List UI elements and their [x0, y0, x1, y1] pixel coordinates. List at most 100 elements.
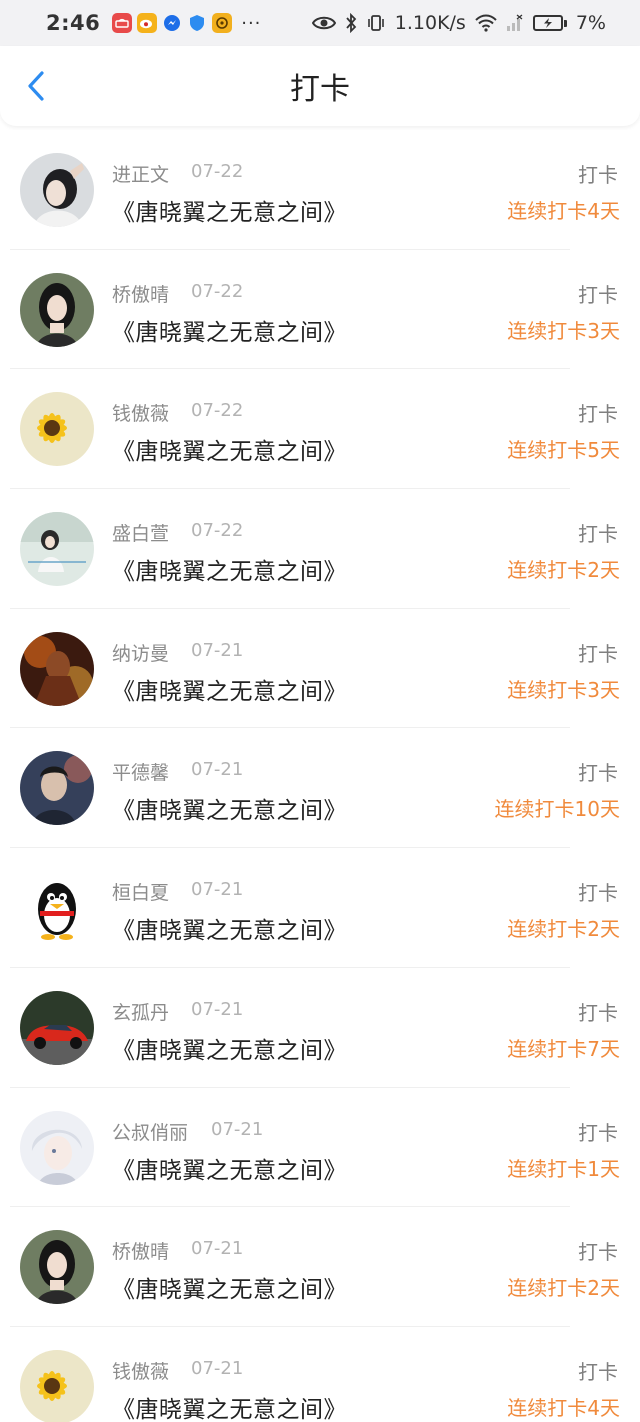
streak-label: 连续打卡3天	[507, 318, 620, 343]
streak-label: 连续打卡10天	[494, 797, 620, 822]
avatar[interactable]	[20, 1230, 94, 1305]
streak-label: 连续打卡3天	[507, 677, 620, 702]
page: 2:46 ··· 1.10K/s 7% 打卡 进正文 07-22 《唐晓翼之无意…	[0, 0, 640, 1422]
action-label: 打卡	[578, 1359, 618, 1384]
book-title[interactable]: 《唐晓翼之无意之间》	[112, 672, 347, 706]
book-title[interactable]: 《唐晓翼之无意之间》	[112, 313, 347, 347]
post-date: 07-21	[191, 1238, 244, 1260]
checkin-row[interactable]: 纳访曼 07-21 《唐晓翼之无意之间》 打卡连续打卡3天	[0, 608, 640, 729]
shield-icon	[187, 13, 207, 33]
nav-bar: 打卡	[0, 46, 640, 126]
book-title[interactable]: 《唐晓翼之无意之间》	[112, 193, 347, 227]
streak-label: 连续打卡4天	[507, 1395, 620, 1420]
action-label: 打卡	[578, 1120, 618, 1145]
streak-label: 连续打卡2天	[507, 917, 620, 942]
avatar[interactable]	[20, 871, 94, 946]
bluetooth-icon	[345, 13, 357, 33]
post-date: 07-21	[191, 998, 244, 1020]
checkin-row[interactable]: 桥傲晴 07-22 《唐晓翼之无意之间》 打卡连续打卡3天	[0, 249, 640, 370]
post-date: 07-22	[191, 400, 244, 422]
status-time: 2:46	[46, 11, 101, 35]
user-name[interactable]: 平德馨	[112, 758, 169, 785]
post-date: 07-22	[191, 161, 244, 182]
checkin-row[interactable]: 公叔俏丽 07-21 《唐晓翼之无意之间》 打卡连续打卡1天	[0, 1087, 640, 1208]
post-date: 07-21	[191, 759, 244, 781]
action-label: 打卡	[578, 163, 618, 187]
more-notifications-icon: ···	[241, 12, 262, 34]
checkin-row[interactable]: 桥傲晴 07-21 《唐晓翼之无意之间》 打卡连续打卡2天	[0, 1207, 640, 1327]
avatar[interactable]	[20, 631, 94, 706]
eye-icon	[311, 15, 336, 31]
weibo-icon	[137, 13, 158, 33]
huawei-store-icon	[112, 13, 133, 33]
page-title: 打卡	[290, 72, 350, 107]
book-title[interactable]: 《唐晓翼之无意之间》	[112, 552, 347, 586]
battery-percent: 7%	[575, 12, 606, 34]
post-date: 07-21	[191, 1357, 244, 1379]
book-title[interactable]: 《唐晓翼之无意之间》	[112, 791, 347, 825]
status-right: 1.10K/s 7%	[311, 12, 606, 34]
book-title[interactable]: 《唐晓翼之无意之间》	[112, 1390, 347, 1422]
user-name[interactable]: 桥傲晴	[112, 1237, 169, 1264]
avatar[interactable]	[20, 512, 94, 587]
post-date: 07-21	[211, 1118, 264, 1140]
battery-icon	[532, 15, 567, 31]
post-date: 07-22	[191, 280, 244, 302]
user-name[interactable]: 桥傲晴	[112, 280, 169, 307]
vibrate-icon	[366, 13, 386, 33]
post-date: 07-21	[191, 639, 244, 661]
checkin-row[interactable]: 进正文 07-22 《唐晓翼之无意之间》 打卡连续打卡4天	[0, 130, 640, 250]
avatar[interactable]	[20, 990, 94, 1065]
streak-label: 连续打卡7天	[507, 1036, 620, 1061]
user-name[interactable]: 钱傲薇	[112, 399, 169, 426]
checkin-row[interactable]: 平德馨 07-21 《唐晓翼之无意之间》 打卡连续打卡10天	[0, 728, 640, 849]
streak-label: 连续打卡2天	[507, 1276, 620, 1301]
checkin-list: 进正文 07-22 《唐晓翼之无意之间》 打卡 连续打卡4天 桥傲晴 07-22 《唐晓翼之无…	[0, 130, 640, 1422]
user-name[interactable]: 纳访曼	[112, 639, 169, 666]
checkin-row[interactable]: 盛白萱 07-22 《唐晓翼之无意之间》 打卡连续打卡2天	[0, 489, 640, 609]
network-speed: 1.10K/s	[394, 12, 466, 34]
action-label: 打卡	[578, 1240, 618, 1265]
user-name[interactable]: 进正文	[112, 160, 169, 187]
action-label: 打卡	[578, 761, 618, 786]
checkin-row[interactable]: 钱傲薇 07-22 《唐晓翼之无意之间》 打卡连续打卡5天	[0, 369, 640, 490]
avatar[interactable]	[20, 392, 94, 467]
action-label: 打卡	[578, 282, 618, 307]
checkin-row[interactable]: 桓白夏 07-21 《唐晓翼之无意之间》 打卡连续打卡2天	[0, 848, 640, 968]
action-label: 打卡	[578, 402, 618, 427]
back-button[interactable]	[18, 68, 54, 104]
streak-label: 连续打卡4天	[507, 199, 620, 223]
book-title[interactable]: 《唐晓翼之无意之间》	[112, 1031, 347, 1065]
checkin-row[interactable]: 玄孤丹 07-21 《唐晓翼之无意之间》 打卡连续打卡7天	[0, 967, 640, 1088]
avatar[interactable]	[20, 272, 94, 347]
streak-label: 连续打卡1天	[507, 1156, 620, 1181]
action-label: 打卡	[578, 522, 618, 547]
music-app-icon	[212, 13, 233, 33]
avatar[interactable]	[20, 1110, 94, 1185]
avatar[interactable]	[20, 1349, 94, 1422]
book-title[interactable]: 《唐晓翼之无意之间》	[112, 1151, 347, 1185]
post-date: 07-22	[191, 520, 244, 542]
avatar[interactable]	[20, 751, 94, 826]
post-date: 07-21	[191, 879, 244, 901]
user-name[interactable]: 公叔俏丽	[112, 1118, 188, 1145]
user-name[interactable]: 钱傲薇	[112, 1357, 169, 1384]
user-name[interactable]: 桓白夏	[112, 878, 169, 905]
checkin-row[interactable]: 钱傲薇 07-21 《唐晓翼之无意之间》 打卡连续打卡4天	[0, 1326, 640, 1422]
book-title[interactable]: 《唐晓翼之无意之间》	[112, 911, 347, 945]
user-name[interactable]: 玄孤丹	[112, 998, 169, 1025]
chevron-left-icon	[28, 71, 44, 101]
action-label: 打卡	[578, 1000, 618, 1025]
book-title[interactable]: 《唐晓翼之无意之间》	[112, 1270, 347, 1304]
book-title[interactable]: 《唐晓翼之无意之间》	[112, 432, 347, 466]
status-bar: 2:46 ··· 1.10K/s 7%	[0, 0, 640, 46]
messenger-icon	[162, 13, 182, 33]
action-label: 打卡	[578, 641, 618, 666]
action-label: 打卡	[578, 881, 618, 906]
streak-label: 连续打卡2天	[507, 558, 620, 583]
signal-icon	[506, 14, 524, 32]
user-name[interactable]: 盛白萱	[112, 519, 169, 546]
avatar[interactable]	[20, 153, 94, 227]
wifi-icon	[475, 14, 497, 32]
streak-label: 连续打卡5天	[507, 438, 620, 463]
